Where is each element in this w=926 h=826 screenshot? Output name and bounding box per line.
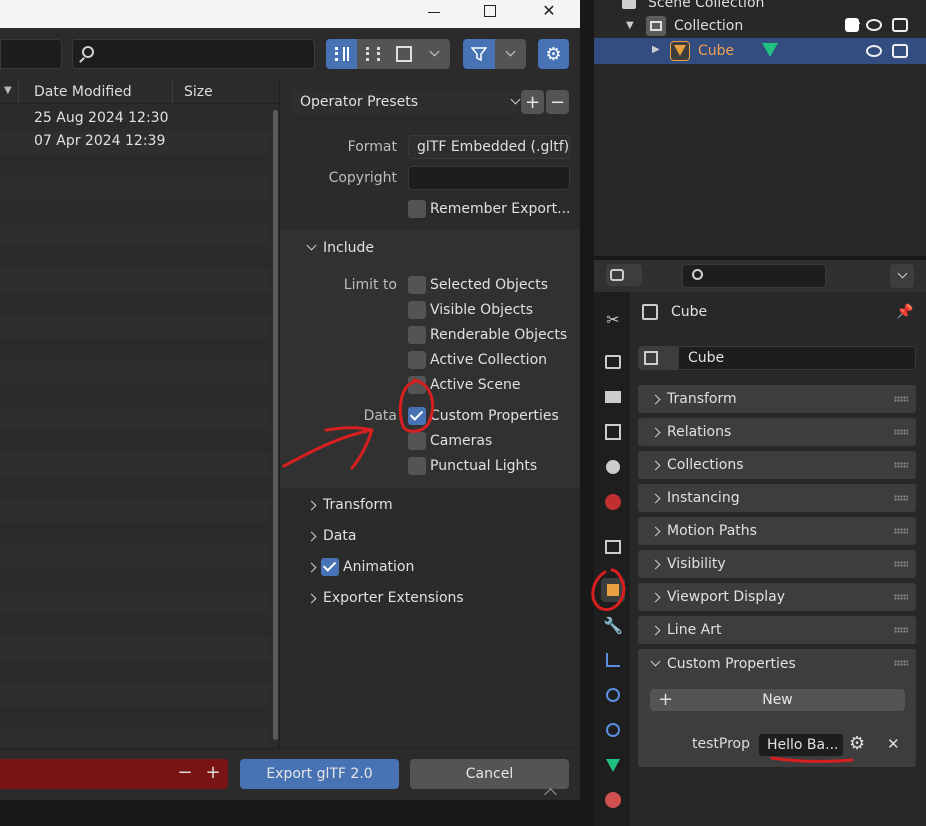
- annotation-circle-checkbox: [398, 378, 435, 433]
- annotation-arrow: [282, 426, 374, 470]
- annotation-circle-object-tab: [591, 568, 626, 611]
- annotation-overlay: [282, 378, 854, 763]
- annotation-underline: [770, 756, 854, 763]
